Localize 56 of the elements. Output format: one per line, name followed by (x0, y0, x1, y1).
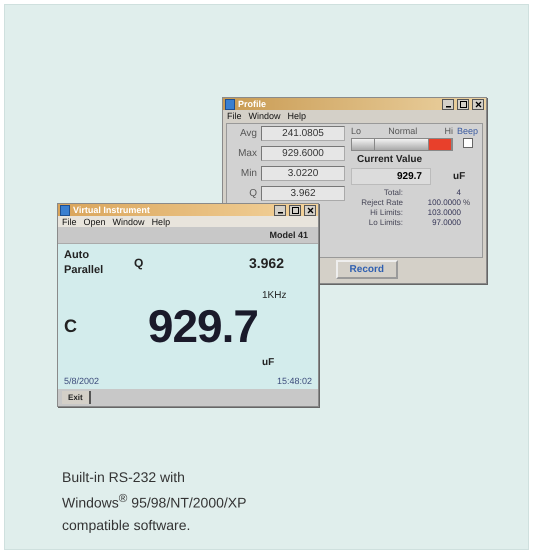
stat-field: 241.0805 (261, 126, 345, 141)
caption-text: Built-in RS-232 with Windows$^{®}$ 95/98/NT/2000/XP compatible software. (62, 468, 246, 535)
zone-label: Normal (388, 126, 418, 136)
window-icon (225, 98, 235, 110)
close-icon[interactable] (472, 98, 484, 110)
summary-label: Lo Limits: (368, 218, 404, 227)
date-label: 5/8/2002 (64, 376, 100, 386)
summary-value: 100.0000 (426, 198, 461, 207)
stat-label: Avg (238, 128, 257, 139)
menu-item[interactable]: Help (288, 110, 306, 120)
time-label: 15:48:02 (276, 376, 312, 386)
stat-field: 3.962 (261, 186, 345, 201)
frequency-label: 1KHz (262, 290, 288, 301)
record-button[interactable]: Record (336, 260, 398, 279)
stat-label: Q (248, 188, 257, 199)
window-icon (60, 204, 70, 216)
close-icon[interactable] (304, 204, 316, 216)
summary-value: 103.0000 (426, 208, 461, 217)
window-title: Profile (238, 99, 268, 109)
secondary-value: 3.962 (248, 254, 284, 270)
menu-item[interactable]: File (62, 216, 77, 226)
stat-label: Min (240, 168, 257, 179)
stat-label: Max (237, 148, 257, 159)
window-title: Virtual Instrument (73, 205, 151, 215)
stat-field: 929.6000 (261, 146, 345, 161)
summary-label: Total: (382, 188, 404, 197)
maximize-icon[interactable] (289, 204, 301, 216)
primary-label: C (64, 316, 78, 336)
model-label: Model 41 (269, 230, 308, 240)
summary-value: 97.0000 (431, 218, 461, 227)
summary-value: 4 (456, 188, 461, 197)
beep-checkbox[interactable] (462, 138, 473, 148)
current-value-field: 929.7 (351, 168, 431, 185)
zone-label: Hi (444, 126, 453, 136)
summary-unit: % (462, 198, 471, 207)
menu-item[interactable]: Help (152, 216, 170, 226)
menu-item[interactable]: File (227, 110, 242, 120)
primary-value: 929.7 (148, 299, 258, 353)
secondary-label: Q (134, 256, 144, 270)
menu-item[interactable]: Open (84, 216, 106, 226)
summary-label: Reject Rate (360, 198, 404, 207)
mode-label: Auto (64, 249, 90, 261)
minimize-icon[interactable] (442, 98, 454, 110)
beep-label: Beep (457, 126, 478, 136)
zone-label: Lo (351, 126, 362, 136)
maximize-icon[interactable] (457, 98, 469, 110)
summary-label: Hi Limits: (369, 208, 404, 217)
stat-field: 3.0220 (261, 166, 345, 181)
exit-button[interactable]: Exit (62, 391, 91, 404)
menu-item[interactable]: Window (112, 216, 145, 226)
unit-label: uF (262, 357, 276, 368)
unit-label: uF (453, 171, 466, 182)
mode-label: Parallel (64, 264, 104, 276)
menu-item[interactable]: Window (248, 110, 281, 120)
minimize-icon[interactable] (274, 204, 286, 216)
current-value-title: Current Value (357, 154, 424, 165)
